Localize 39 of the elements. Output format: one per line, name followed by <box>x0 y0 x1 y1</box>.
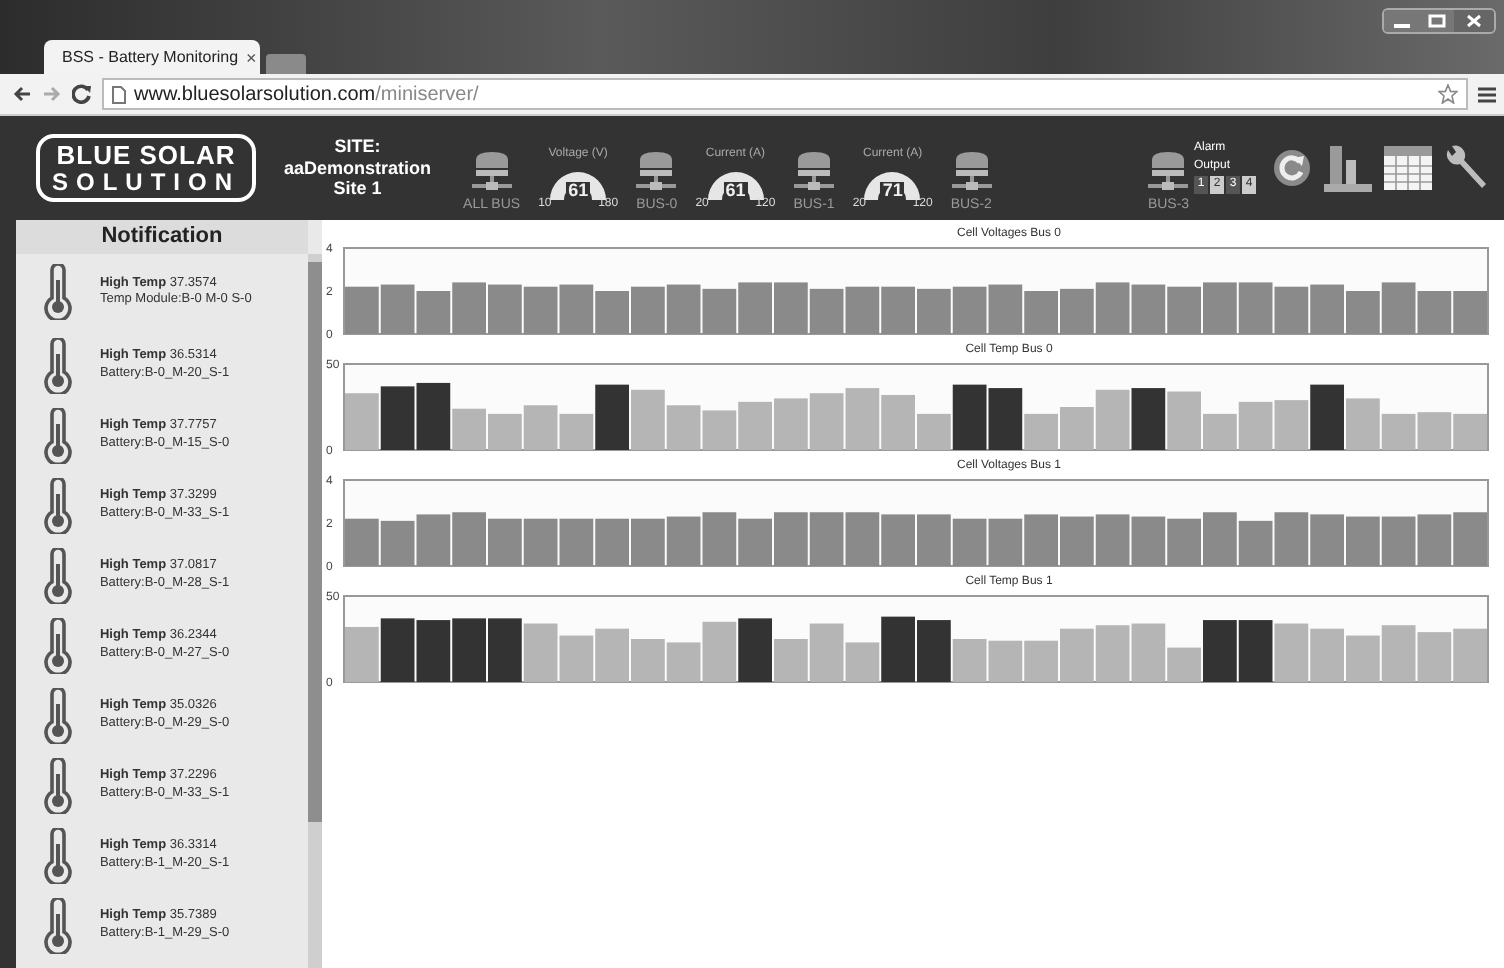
thermometer-icon <box>43 757 72 813</box>
thermometer-icon <box>43 897 72 953</box>
thermometer-icon <box>43 617 72 673</box>
logo: BLUE SOLAR SOLUTION <box>36 134 256 202</box>
thermometer-icon <box>43 827 72 883</box>
gauge-value: 61 <box>566 182 591 200</box>
maximize-icon[interactable] <box>1420 10 1454 32</box>
star-icon[interactable] <box>1438 84 1458 104</box>
calendar-icon[interactable] <box>1384 146 1432 190</box>
thermometer-icon <box>43 407 72 463</box>
address-bar[interactable]: www.bluesolarsolution.com/miniserver/ <box>102 78 1468 110</box>
gauge-value: 61 <box>723 182 748 200</box>
reload-icon[interactable] <box>72 84 92 104</box>
server-icon <box>794 150 835 194</box>
thermometer-icon <box>43 264 72 320</box>
menu-icon[interactable] <box>1478 85 1496 103</box>
site-label: aaDemonstration <box>284 157 432 179</box>
refresh-icon[interactable] <box>1272 148 1312 188</box>
scrollbar[interactable] <box>308 254 322 968</box>
wrench-icon[interactable] <box>1444 144 1488 192</box>
thermometer-icon <box>43 337 72 393</box>
thermometer-icon <box>43 547 72 603</box>
thermometer-icon <box>43 477 72 533</box>
url-text: www.bluesolarsolution.com/miniserver/ <box>134 83 479 105</box>
server-icon <box>636 150 677 194</box>
server-icon <box>1148 150 1189 194</box>
server-icon <box>951 150 992 194</box>
thermometer-icon <box>43 687 72 743</box>
site-label: Site 1 <box>333 178 382 200</box>
page-icon <box>112 85 126 103</box>
notification-title: Notification <box>15 220 308 254</box>
gauge-value: 71 <box>880 182 905 200</box>
browser-tab[interactable]: BSS - Battery Monitoring × <box>44 40 260 74</box>
tab-close[interactable]: × <box>246 47 257 67</box>
minimize-icon[interactable] <box>1384 10 1420 32</box>
server-icon <box>471 150 512 194</box>
back-icon[interactable] <box>12 84 32 104</box>
bar-chart-icon[interactable] <box>1324 142 1372 194</box>
site-label: SITE: <box>334 136 381 158</box>
